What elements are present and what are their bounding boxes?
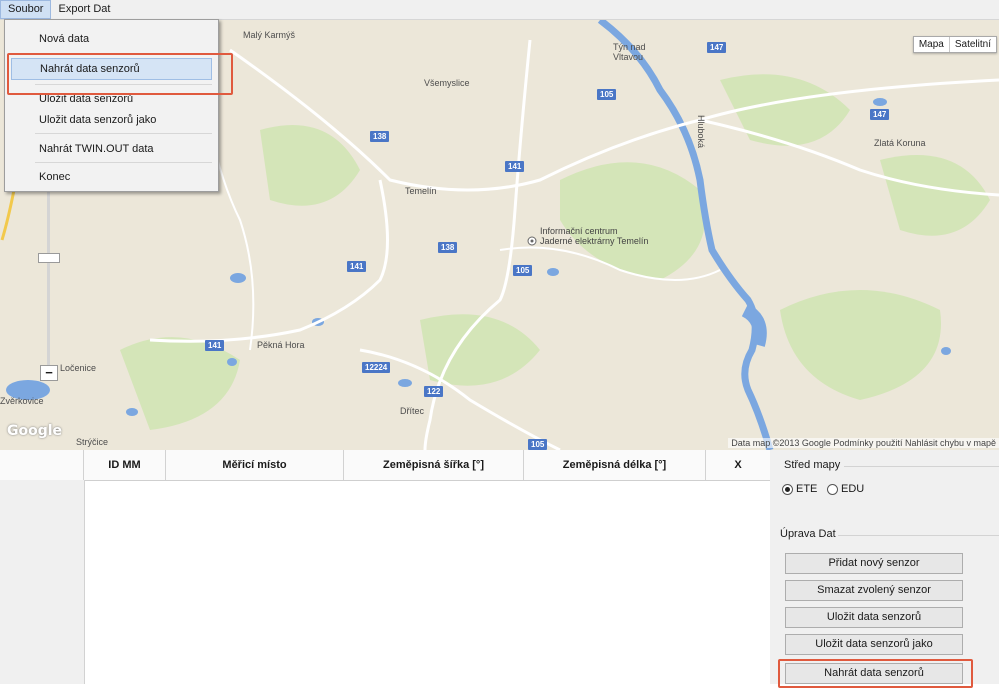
column-header-x[interactable]: X <box>706 450 770 480</box>
map-attribution[interactable]: Data map ©2013 Google Podmínky použití N… <box>728 438 999 448</box>
road-badge: 141 <box>205 340 225 351</box>
radio-edu[interactable]: EDU <box>827 483 864 495</box>
place-label: Dřítec <box>400 406 425 416</box>
map-center-group-title: Střed mapy <box>784 459 841 471</box>
menu-separator <box>35 162 212 163</box>
road-badge: 105 <box>597 89 617 100</box>
table-header: ID MM Měřicí místo Zeměpisná šířka [°] Z… <box>0 450 770 481</box>
menu-bar: Soubor Export Dat <box>0 0 999 20</box>
info-center-label: Informační centrum Jaderné elektrárny Te… <box>540 226 649 246</box>
place-label: Zvěrkovice <box>0 396 44 406</box>
road-badge: 138 <box>370 131 390 142</box>
map-type-satellite-button[interactable]: Satelitní <box>948 37 996 52</box>
menu-item-new-data[interactable]: Nová data <box>11 28 212 50</box>
row-header-column <box>0 480 85 684</box>
file-menu-dropdown: Nová data Nahrát data senzorů Uložit dat… <box>4 19 219 192</box>
road-badge: 12224 <box>362 362 391 373</box>
map-type-control: Mapa Satelitní <box>912 36 997 53</box>
place-label: Zlatá Koruna <box>874 138 926 148</box>
edit-data-group-title: Úprava Dat <box>780 528 836 540</box>
menu-soubor[interactable]: Soubor <box>0 0 52 19</box>
place-label: Týn nad Vltavou <box>613 42 646 62</box>
zoom-slider-handle[interactable] <box>38 253 60 263</box>
column-header-longitude[interactable]: Zeměpisná délka [°] <box>524 450 706 480</box>
column-header-measuring-point[interactable]: Měřicí místo <box>166 450 344 480</box>
menu-export-dat[interactable]: Export Dat <box>51 0 117 19</box>
place-label: Temelín <box>405 186 437 196</box>
menu-item-exit[interactable]: Konec <box>11 166 212 188</box>
group-border <box>844 466 999 467</box>
radio-ete[interactable]: ETE <box>782 483 817 495</box>
road-badge: 122 <box>424 386 444 397</box>
zoom-out-button[interactable]: − <box>40 365 58 381</box>
menu-item-load-twin-out-data[interactable]: Nahrát TWIN.OUT data <box>11 138 212 160</box>
delete-sensor-button[interactable]: Smazat zvolený senzor <box>785 580 963 601</box>
radio-ete-label: ETE <box>796 483 818 495</box>
google-logo: Google <box>7 423 63 439</box>
sensor-table: ID MM Měřicí místo Zeměpisná šířka [°] Z… <box>0 450 770 684</box>
place-label: Malý Karmýš <box>243 30 296 40</box>
road-badge: 105 <box>528 439 548 450</box>
menu-separator <box>35 133 212 134</box>
road-badge: 105 <box>513 265 533 276</box>
highlight-box-menu <box>7 53 233 95</box>
menu-item-save-sensor-data-as[interactable]: Uložit data senzorů jako <box>11 109 212 131</box>
place-label: Všemyslice <box>424 78 470 88</box>
radio-edu-label: EDU <box>841 483 865 495</box>
save-sensor-data-button[interactable]: Uložit data senzorů <box>785 607 963 628</box>
road-badge: 147 <box>707 42 727 53</box>
column-header-latitude[interactable]: Zeměpisná šířka [°] <box>344 450 524 480</box>
radio-ete-dot[interactable] <box>782 483 793 495</box>
place-label: Strýčice <box>76 437 109 447</box>
radio-edu-dot[interactable] <box>827 483 838 495</box>
road-badge: 138 <box>438 242 458 253</box>
place-label: Ločenice <box>60 363 97 373</box>
place-label: Pěkná Hora <box>257 340 305 350</box>
column-header-id[interactable]: ID MM <box>84 450 166 480</box>
road-badge: 141 <box>505 161 525 172</box>
road-badge: 147 <box>870 109 890 120</box>
side-panel: Střed mapy ETE EDU Úprava Dat Přidat nov… <box>770 450 999 688</box>
road-badge: 141 <box>347 261 367 272</box>
save-sensor-data-as-button[interactable]: Uložit data senzorů jako <box>785 634 963 655</box>
river-label: Hluboká <box>696 115 706 149</box>
row-header-corner <box>0 450 84 480</box>
map-type-map-button[interactable]: Mapa <box>914 37 949 52</box>
group-border <box>838 535 999 536</box>
add-sensor-button[interactable]: Přidat nový senzor <box>785 553 963 574</box>
